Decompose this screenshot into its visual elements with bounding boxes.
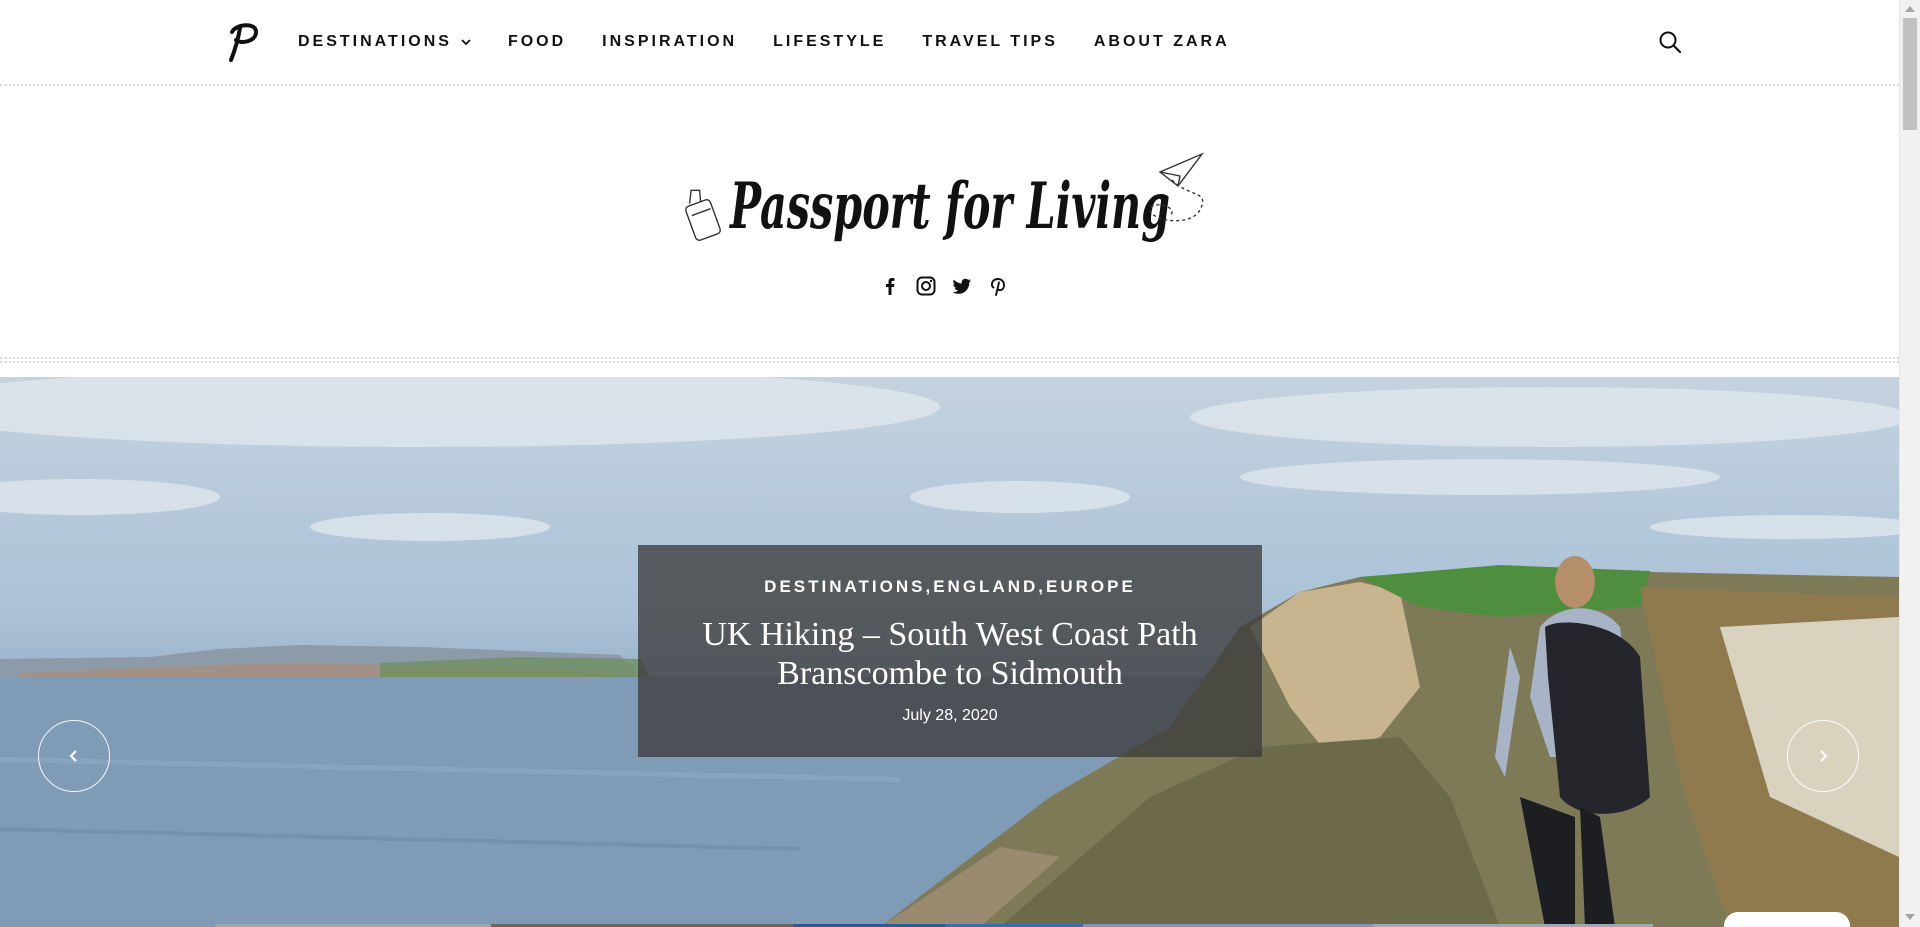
main-menu: DESTINATIONS FOOD INSPIRATION LIFESTYLE … — [298, 0, 1230, 84]
slider-prev-button[interactable] — [38, 720, 110, 792]
nav-item-food[interactable]: FOOD — [508, 33, 566, 51]
nav-item-lifestyle[interactable]: LIFESTYLE — [773, 33, 886, 51]
nav-item-destinations[interactable]: DESTINATIONS — [298, 33, 472, 51]
facebook-icon[interactable] — [880, 276, 900, 296]
nav-item-inspiration[interactable]: INSPIRATION — [602, 33, 737, 51]
category-link[interactable]: EUROPE — [1046, 577, 1136, 596]
category-link[interactable]: ENGLAND — [933, 577, 1038, 596]
slide-caption: DESTINATIONS,ENGLAND,EUROPE UK Hiking – … — [638, 545, 1262, 757]
nav-label: LIFESTYLE — [773, 33, 887, 50]
header-divider — [0, 357, 1899, 363]
category-separator: , — [1038, 577, 1047, 596]
search-icon[interactable] — [1658, 30, 1682, 54]
suitcase-icon — [685, 189, 721, 241]
category-link[interactable]: DESTINATIONS — [764, 577, 925, 596]
scroll-up-arrow[interactable] — [1905, 6, 1915, 12]
chevron-down-icon — [461, 39, 471, 46]
social-links — [880, 274, 1008, 298]
chevron-left-icon — [69, 750, 77, 762]
post-date: July 28, 2020 — [902, 707, 998, 724]
slider-next-button[interactable] — [1787, 720, 1859, 792]
site-name: Passport for Living — [729, 169, 1170, 244]
scroll-thumb[interactable] — [1903, 18, 1917, 130]
nav-label: FOOD — [507, 33, 567, 50]
featured-slider[interactable]: DESTINATIONS,ENGLAND,EUROPE UK Hiking – … — [0, 377, 1899, 927]
floating-tab[interactable] — [1724, 912, 1850, 927]
nav-label: ABOUT ZARA — [1093, 33, 1230, 50]
top-navigation: DESTINATIONS FOOD INSPIRATION LIFESTYLE … — [0, 0, 1899, 86]
page-scrollbar[interactable] — [1899, 0, 1920, 927]
site-header: Passport for Living — [0, 86, 1899, 361]
twitter-icon[interactable] — [952, 276, 972, 296]
chevron-right-icon — [1820, 750, 1828, 762]
instagram-icon[interactable] — [916, 276, 936, 296]
nav-item-travel-tips[interactable]: TRAVEL TIPS — [922, 33, 1058, 51]
p-monogram-icon[interactable] — [226, 18, 262, 66]
site-logo[interactable]: Passport for Living — [680, 150, 1216, 260]
nav-label: DESTINATIONS — [298, 33, 452, 50]
nav-item-about-zara[interactable]: ABOUT ZARA — [1094, 33, 1230, 51]
post-title[interactable]: UK Hiking – South West Coast Path Bransc… — [678, 615, 1222, 693]
post-categories: DESTINATIONS,ENGLAND,EUROPE — [638, 577, 1262, 597]
pinterest-icon[interactable] — [988, 276, 1008, 296]
nav-label: INSPIRATION — [602, 33, 738, 50]
nav-label: TRAVEL TIPS — [922, 33, 1058, 50]
scroll-down-arrow[interactable] — [1905, 914, 1915, 920]
